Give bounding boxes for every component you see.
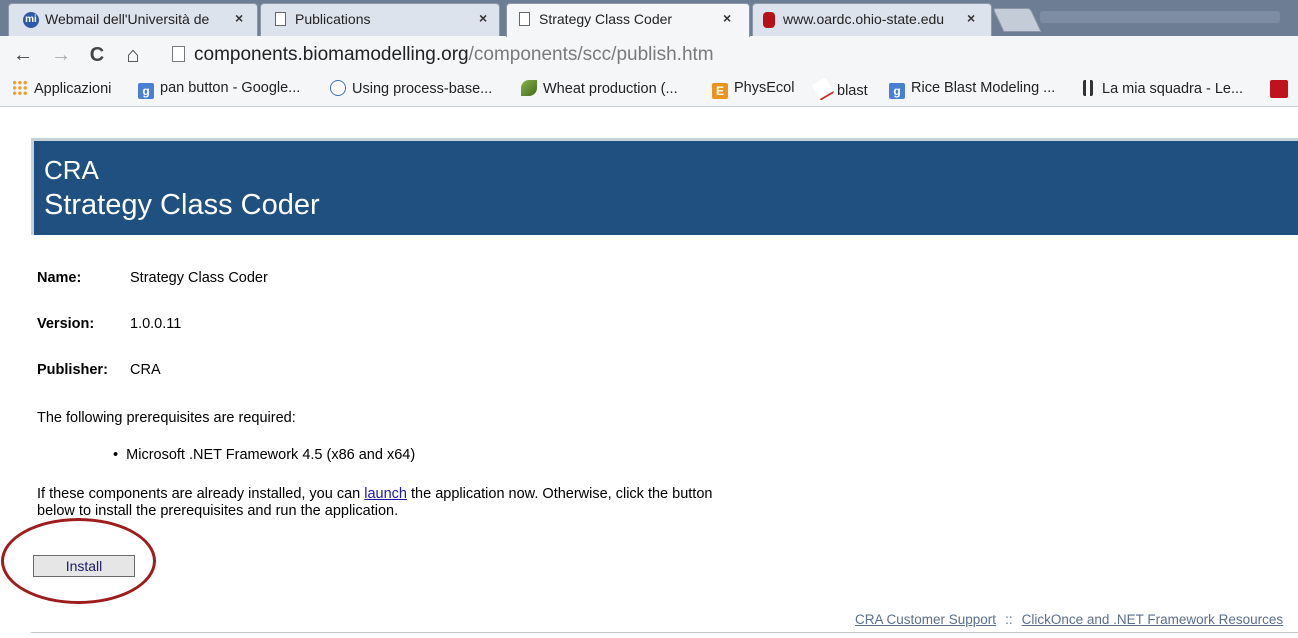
url-path: /components/scc/publish.htm (468, 44, 714, 65)
version-value: 1.0.0.11 (130, 316, 182, 332)
launch-link[interactable]: launch (364, 486, 407, 502)
tab-title: Webmail dell'Università de (45, 11, 210, 27)
bookmark-apps[interactable]: Applicazioni (12, 80, 111, 100)
bookmark-squadra[interactable]: La mia squadra - Le... (1080, 80, 1243, 100)
publisher-value: CRA (130, 362, 161, 378)
google-icon: g (889, 83, 905, 99)
reload-icon[interactable]: C (86, 44, 108, 66)
page-icon (172, 46, 185, 62)
globe-icon (330, 80, 346, 96)
tab-title: Strategy Class Coder (539, 11, 673, 27)
tab-oardc[interactable]: www.oardc.ohio-state.edu × (752, 3, 992, 36)
bookmark-overflow[interactable] (1270, 80, 1294, 100)
page-icon (519, 12, 530, 26)
new-tab-button[interactable] (992, 8, 1042, 32)
bookmark-label: blast (837, 83, 868, 99)
page-icon (275, 12, 286, 26)
close-icon[interactable]: × (723, 10, 731, 26)
bookmark-rice-blast[interactable]: g Rice Blast Modeling ... (889, 80, 1055, 100)
tab-strip: mi Webmail dell'Università de × Publicat… (0, 0, 1298, 37)
framework-resources-link[interactable]: ClickOnce and .NET Framework Resources (1022, 612, 1284, 627)
window-title-blur (1040, 11, 1280, 23)
prereq-item-label: Microsoft .NET Framework 4.5 (x86 and x6… (126, 447, 416, 463)
close-icon[interactable]: × (235, 10, 243, 26)
home-icon[interactable]: ⌂ (122, 44, 144, 66)
google-icon: g (138, 83, 154, 99)
highlight-circle (1, 518, 156, 604)
tab-title: Publications (295, 11, 371, 27)
name-value: Strategy Class Coder (130, 270, 268, 286)
bookmarks-bar: Applicazioni g pan button - Google... Usi… (0, 74, 1298, 107)
customer-support-link[interactable]: CRA Customer Support (855, 612, 996, 627)
ohio-state-icon (763, 12, 775, 28)
forward-arrow-icon[interactable]: → (50, 44, 72, 66)
bookmark-label: PhysEcol (734, 80, 795, 96)
bookmark-label: pan button - Google... (160, 80, 301, 96)
wheat-icon (521, 80, 537, 96)
browser-toolbar: ← → C ⌂ components.biomamodelling.org/co… (0, 36, 1298, 74)
back-arrow-icon[interactable]: ← (12, 44, 34, 66)
bullet-icon: • (113, 447, 119, 463)
bookmark-blast[interactable]: blast (811, 77, 868, 101)
prereq-intro: The following prerequisites are required… (37, 410, 296, 426)
tab-webmail[interactable]: mi Webmail dell'Università de × (8, 3, 258, 36)
version-label: Version: (37, 316, 95, 332)
bookmark-label: Applicazioni (34, 81, 112, 97)
bookmark-wheat-production[interactable]: Wheat production (... (521, 80, 678, 100)
footer-links: CRA Customer Support:: ClickOnce and .NET… (855, 612, 1283, 627)
physecol-icon: E (712, 83, 728, 99)
bookmark-pan-button[interactable]: g pan button - Google... (138, 80, 300, 100)
banner-publisher: CRA (44, 155, 99, 185)
bookmark-process-based[interactable]: Using process-base... (330, 80, 492, 100)
close-icon[interactable]: × (967, 10, 975, 26)
bookmark-physecol[interactable]: E PhysEcol (712, 80, 794, 100)
close-icon[interactable]: × (479, 10, 487, 26)
team-icon (1083, 80, 1093, 96)
instructions-before-link: If these components are already installe… (37, 486, 365, 502)
url-text[interactable]: components.biomamodelling.org/components… (194, 44, 714, 66)
footer-separator: :: (1005, 612, 1013, 627)
footer-divider (31, 632, 1298, 633)
bookmark-label: Using process-base... (352, 81, 493, 97)
address-bar[interactable]: components.biomamodelling.org/components… (160, 41, 1298, 69)
blast-icon (811, 77, 835, 101)
instructions-text: If these components are already installe… (37, 486, 737, 520)
tab-publications[interactable]: Publications × (260, 3, 500, 36)
bookmark-label: Wheat production (... (543, 81, 678, 97)
page-title: Strategy Class Coder (44, 189, 320, 221)
apps-grid-icon (12, 80, 28, 96)
overflow-icon (1270, 80, 1288, 98)
prereq-item: • Microsoft .NET Framework 4.5 (x86 and … (113, 447, 415, 463)
webmail-icon: mi (23, 12, 39, 28)
url-host: components.biomamodelling.org (194, 44, 469, 65)
bookmark-label: Rice Blast Modeling ... (911, 80, 1056, 96)
page-banner: CRA Strategy Class Coder (31, 138, 1298, 235)
tab-title: www.oardc.ohio-state.edu (783, 11, 945, 27)
name-label: Name: (37, 270, 82, 286)
tab-strategy-class-coder[interactable]: Strategy Class Coder × (506, 3, 750, 37)
bookmark-label: La mia squadra - Le... (1102, 81, 1244, 97)
publisher-label: Publisher: (37, 362, 108, 378)
